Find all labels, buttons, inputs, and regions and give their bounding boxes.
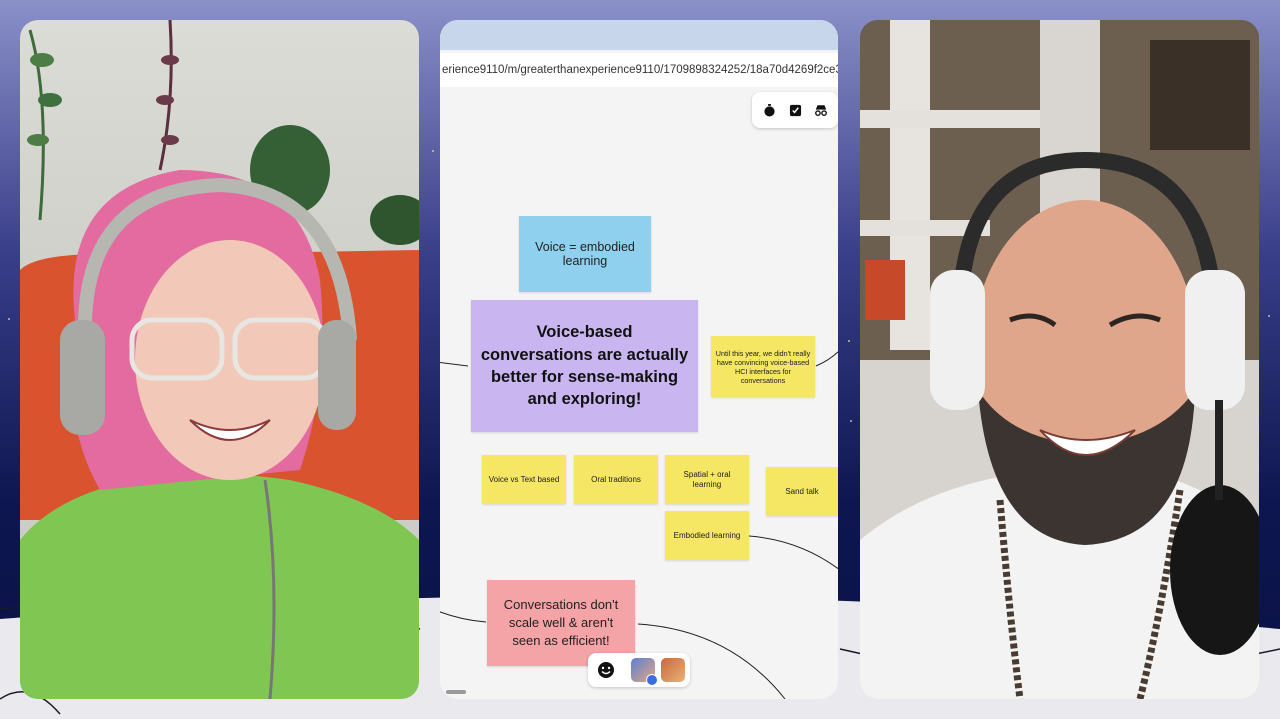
star-badge-icon (646, 674, 658, 686)
star-decoration (848, 340, 850, 342)
participant-video-right (860, 20, 1259, 699)
star-decoration (1268, 315, 1270, 317)
collaborators-bar (588, 653, 690, 687)
note-oral-traditions[interactable]: Oral traditions (574, 455, 658, 504)
note-voice-embodied[interactable]: Voice = embodied learning (519, 216, 651, 292)
star-decoration (432, 150, 434, 152)
emoji-reaction-icon[interactable] (597, 661, 615, 684)
note-embodied-learning[interactable]: Embodied learning (665, 511, 749, 560)
note-spatial-oral[interactable]: Spatial + oral learning (665, 455, 749, 504)
star-decoration (850, 420, 852, 422)
note-main-claim[interactable]: Voice-based conversations are actually b… (471, 300, 698, 432)
participant-left-figure (20, 20, 419, 699)
participant-video-left (20, 20, 419, 699)
note-sand-talk[interactable]: Sand talk (766, 467, 838, 516)
collaborator-avatar[interactable] (661, 658, 685, 682)
note-until-this-year[interactable]: Until this year, we didn't really have c… (711, 336, 815, 397)
scroll-indicator[interactable] (446, 690, 466, 694)
star-decoration (8, 318, 10, 320)
participant-right-figure (860, 20, 1259, 699)
screen-share-whiteboard[interactable]: erience9110/m/greaterthanexperience9110/… (440, 20, 838, 699)
note-voice-vs-text[interactable]: Voice vs Text based (482, 455, 566, 504)
